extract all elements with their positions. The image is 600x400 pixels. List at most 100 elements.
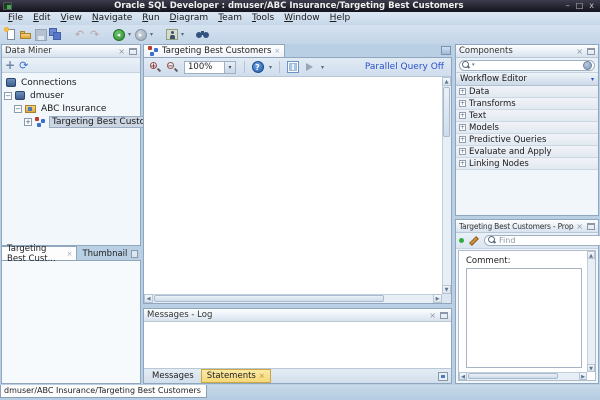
tree-node-connections[interactable]: Connections <box>2 76 140 89</box>
menu-edit[interactable]: Edit <box>28 12 55 25</box>
undo-button[interactable]: ↶ <box>72 27 87 42</box>
dock-minimize-icon[interactable] <box>131 250 138 258</box>
tab-close-icon[interactable]: × <box>67 250 73 258</box>
scroll-left-icon[interactable]: ◀ <box>459 372 467 380</box>
section-evaluate-and-apply[interactable]: + Evaluate and Apply <box>456 146 598 158</box>
menu-help[interactable]: Help <box>325 12 356 25</box>
statements-tab-close-icon[interactable]: × <box>259 372 265 380</box>
open-button[interactable] <box>18 27 33 42</box>
scroll-thumb[interactable] <box>468 373 558 379</box>
connections-dropdown[interactable]: ▾ <box>179 27 186 42</box>
expand-icon[interactable]: + <box>459 160 466 167</box>
log-panel-menu-icon[interactable] <box>438 371 448 381</box>
data-miner-close-icon[interactable]: × <box>116 47 127 56</box>
edit-pencil-icon[interactable] <box>469 235 479 246</box>
components-close-icon[interactable]: × <box>574 47 585 56</box>
tree-node-dmuser[interactable]: − dmuser <box>2 89 140 102</box>
canvas-vertical-scrollbar[interactable]: ▲ ▼ <box>442 77 451 294</box>
search-clear-icon[interactable] <box>583 60 592 70</box>
canvas-horizontal-scrollbar[interactable]: ◀ ▶ <box>144 294 442 303</box>
expand-icon[interactable]: + <box>459 100 466 107</box>
expand-icon[interactable]: + <box>459 148 466 155</box>
properties-restore-icon[interactable] <box>587 222 595 230</box>
redo-button[interactable]: ↷ <box>87 27 102 42</box>
search-options-dropdown[interactable]: ▾ <box>472 62 475 68</box>
scroll-thumb[interactable] <box>154 295 384 302</box>
zoom-level-combobox[interactable]: 100% ▾ <box>184 60 236 74</box>
tree-node-abc-insurance[interactable]: − ABC Insurance <box>2 102 140 115</box>
scroll-right-icon[interactable]: ▶ <box>433 294 442 303</box>
run-dropdown[interactable]: ▾ <box>319 60 326 75</box>
properties-vertical-scrollbar[interactable]: ▲ ▼ <box>587 251 595 372</box>
zoom-out-button[interactable]: − <box>164 60 179 75</box>
expand-icon[interactable]: + <box>24 117 32 126</box>
menu-team[interactable]: Team <box>213 12 247 25</box>
properties-horizontal-scrollbar[interactable]: ◀ ▶ <box>459 372 587 380</box>
maximize-button[interactable]: □ <box>576 1 584 11</box>
menu-file[interactable]: File <box>3 12 28 25</box>
add-connection-button[interactable]: + <box>5 58 15 72</box>
menu-navigate[interactable]: Navigate <box>87 12 137 25</box>
properties-close-icon[interactable]: × <box>574 222 585 231</box>
expand-icon[interactable]: + <box>459 88 466 95</box>
properties-find-input[interactable] <box>499 236 600 245</box>
back-button[interactable]: ◂ <box>111 27 126 42</box>
refresh-button[interactable]: ⟳ <box>19 59 28 72</box>
status-context-tab[interactable]: dmuser/ABC Insurance/Targeting Best Cust… <box>0 385 207 398</box>
section-text[interactable]: + Text <box>456 110 598 122</box>
new-file-button[interactable] <box>3 27 18 42</box>
scroll-thumb[interactable] <box>443 87 450 137</box>
scroll-right-icon[interactable]: ▶ <box>579 372 587 380</box>
tab-targeting-best-customers[interactable]: Targeting Best Cust... × <box>1 244 78 264</box>
section-predictive-queries[interactable]: + Predictive Queries <box>456 134 598 146</box>
save-button[interactable] <box>33 27 48 42</box>
scroll-up-icon[interactable]: ▲ <box>587 251 595 259</box>
expand-icon[interactable]: + <box>459 112 466 119</box>
messages-log-close-icon[interactable]: × <box>427 311 438 320</box>
find-button[interactable] <box>195 27 210 42</box>
expand-icon[interactable]: + <box>459 136 466 143</box>
collapse-icon[interactable]: − <box>4 91 12 100</box>
connections-button[interactable] <box>164 27 179 42</box>
scroll-left-icon[interactable]: ◀ <box>144 294 153 303</box>
expand-icon[interactable]: + <box>459 124 466 131</box>
run-workflow-button[interactable] <box>302 60 317 75</box>
collapse-icon[interactable]: − <box>14 104 22 113</box>
menu-diagram[interactable]: Diagram <box>165 12 214 25</box>
parallel-query-toggle[interactable]: Parallel Query Off <box>365 62 448 72</box>
help-dropdown[interactable]: ▾ <box>267 60 274 75</box>
back-dropdown[interactable]: ▾ <box>126 27 133 42</box>
section-linking-nodes[interactable]: + Linking Nodes <box>456 158 598 170</box>
messages-log-restore-icon[interactable] <box>440 311 448 319</box>
menu-run[interactable]: Run <box>137 12 164 25</box>
menu-view[interactable]: View <box>56 12 87 25</box>
chevron-down-icon[interactable]: ▾ <box>224 61 235 73</box>
editor-tab-targeting-best-customers[interactable]: Targeting Best Customers × <box>143 44 286 57</box>
section-transforms[interactable]: + Transforms <box>456 98 598 110</box>
section-data[interactable]: + Data <box>456 86 598 98</box>
components-search-field[interactable]: ▾ <box>459 59 595 71</box>
editor-tab-close-icon[interactable]: × <box>274 47 280 55</box>
scroll-up-icon[interactable]: ▲ <box>442 77 451 86</box>
scroll-down-icon[interactable]: ▼ <box>587 364 595 372</box>
menu-window[interactable]: Window <box>279 12 325 25</box>
workflow-editor-selector[interactable]: Workflow Editor ▾ <box>456 73 598 86</box>
tab-messages[interactable]: Messages <box>147 370 199 382</box>
close-button[interactable]: x <box>589 1 594 11</box>
navigator-button[interactable] <box>285 60 300 75</box>
forward-dropdown[interactable]: ▾ <box>148 27 155 42</box>
tab-statements[interactable]: Statements × <box>200 369 271 383</box>
editor-tab-list-icon[interactable] <box>441 46 451 55</box>
save-all-button[interactable] <box>48 27 63 42</box>
components-restore-icon[interactable] <box>587 47 595 55</box>
comment-textarea[interactable] <box>466 268 582 368</box>
properties-find-field[interactable] <box>484 235 600 246</box>
section-models[interactable]: + Models <box>456 122 598 134</box>
scroll-down-icon[interactable]: ▼ <box>442 285 451 294</box>
minimize-button[interactable]: – <box>566 1 570 11</box>
tab-thumbnail[interactable]: Thumbnail <box>77 248 131 260</box>
components-search-input[interactable] <box>475 60 582 70</box>
menu-tools[interactable]: Tools <box>247 12 279 25</box>
data-miner-restore-icon[interactable] <box>129 47 137 55</box>
zoom-in-button[interactable]: + <box>147 60 162 75</box>
